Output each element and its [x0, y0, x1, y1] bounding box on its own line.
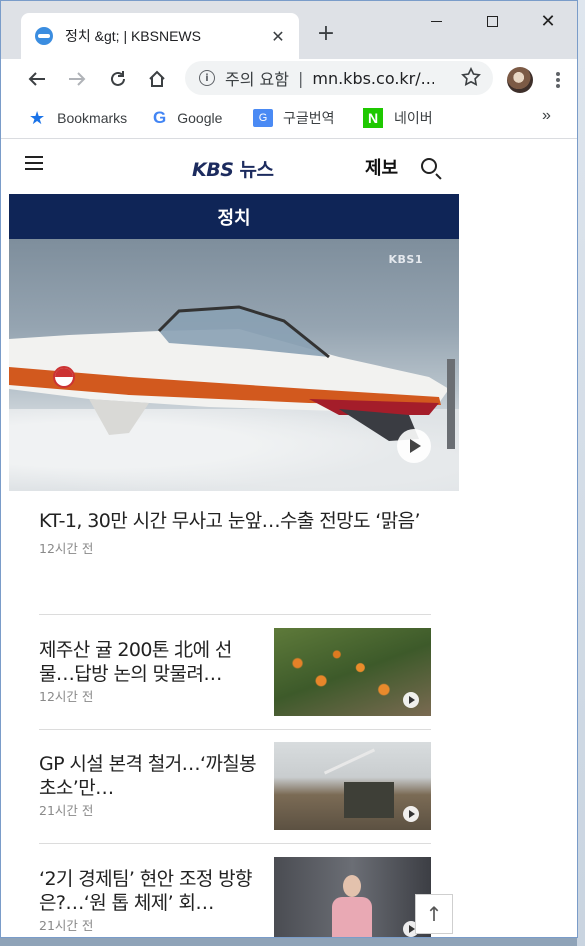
bookmark-google[interactable]: G Google [153, 108, 222, 128]
translate-icon: G [253, 109, 273, 127]
kbs-news-logo[interactable]: KBS 뉴스 [192, 155, 274, 182]
bookmark-translate[interactable]: G 구글번역 [253, 108, 335, 128]
lead-article[interactable]: KT-1, 30만 시간 무사고 눈앞…수출 전망도 ‘맑음’ 12시간 전 [39, 508, 431, 557]
article-time: 21시간 전 [39, 918, 94, 933]
bookmarks-overflow-button[interactable]: » [542, 107, 551, 125]
bookmark-star-icon[interactable] [461, 67, 481, 87]
article-time: 21시간 전 [39, 803, 94, 818]
google-icon: G [153, 108, 167, 127]
star-icon: ★ [29, 107, 46, 128]
play-icon [403, 806, 419, 822]
address-bar[interactable]: i 주의 요함 | mn.kbs.co.kr/... [185, 61, 493, 95]
section-title: 정치 [9, 194, 459, 239]
list-item[interactable]: 제주산 귤 200톤 北에 선물…답방 논의 맞물려… 12시간 전 [39, 628, 431, 718]
article-title[interactable]: ‘2기 경제팀’ 현안 조정 방향은?…‘원 톱 체제’ 회… [39, 867, 259, 915]
bookmark-label: Bookmarks [57, 110, 128, 126]
list-item[interactable]: ‘2기 경제팀’ 현안 조정 방향은?…‘원 톱 체제’ 회… 21시간 전 [39, 857, 431, 937]
minimize-button[interactable] [413, 7, 459, 35]
home-icon [149, 70, 165, 87]
reload-button[interactable] [104, 65, 132, 93]
forward-arrow-icon [69, 72, 86, 86]
play-icon [403, 692, 419, 708]
info-icon[interactable]: i [199, 70, 215, 86]
aircraft-illustration [9, 305, 455, 449]
naver-icon: N [363, 108, 383, 128]
list-item[interactable]: GP 시설 본격 철거…‘까칠봉 초소’만… 21시간 전 [39, 742, 431, 832]
lead-article-image[interactable]: KBS1 [9, 239, 459, 491]
vehicle-shape [344, 782, 394, 818]
article-title[interactable]: GP 시설 본격 철거…‘까칠봉 초소’만… [39, 752, 259, 800]
bookmarks-bar: ★ Bookmarks G Google G 구글번역 N 네이버 » [1, 99, 577, 139]
window-close-button[interactable]: ✕ [525, 7, 571, 35]
browser-window: 정치 &gt; | KBSNEWS ✕ + ✕ i 주의 요함 | mn.kbs… [0, 0, 578, 938]
kbs-favicon-icon [35, 27, 53, 45]
web-page: KBS 뉴스 제보 정치 KBS1 KT-1, 30만 시간 무사고 눈앞…수출… [1, 140, 577, 937]
scroll-to-top-button[interactable]: ↑ [415, 894, 453, 934]
bookmark-label: 네이버 [394, 110, 433, 126]
site-header: KBS 뉴스 제보 [9, 140, 459, 194]
report-link[interactable]: 제보 [365, 154, 398, 180]
tab-close-icon[interactable]: ✕ [269, 27, 287, 46]
bookmark-label: Google [177, 110, 223, 126]
active-tab[interactable]: 정치 &gt; | KBSNEWS ✕ [21, 13, 299, 59]
logo-news: 뉴스 [239, 159, 274, 181]
search-icon[interactable] [421, 158, 437, 174]
browser-menu-button[interactable] [553, 67, 563, 93]
tab-title: 정치 &gt; | KBSNEWS [65, 28, 201, 44]
crane-shape [323, 748, 376, 775]
divider [39, 614, 431, 615]
back-button[interactable] [23, 65, 51, 93]
article-thumbnail[interactable] [274, 857, 431, 937]
reload-icon [111, 71, 125, 86]
forward-button[interactable] [63, 65, 91, 93]
play-icon[interactable] [397, 429, 431, 463]
bookmark-label: 구글번역 [283, 110, 335, 126]
article-thumbnail[interactable] [274, 742, 431, 830]
profile-avatar[interactable] [507, 67, 533, 93]
article-time: 12시간 전 [39, 689, 94, 704]
omnibox-separator: | [297, 68, 304, 88]
divider [39, 843, 431, 844]
url-text[interactable]: mn.kbs.co.kr/... [312, 69, 434, 88]
tab-strip: 정치 &gt; | KBSNEWS ✕ + ✕ [1, 1, 577, 59]
channel-watermark: KBS1 [388, 253, 423, 266]
bookmark-bookmarks[interactable]: ★ Bookmarks [29, 108, 127, 128]
article-thumbnail[interactable] [274, 628, 431, 716]
logo-kbs: KBS [192, 159, 234, 181]
bookmark-naver[interactable]: N 네이버 [363, 108, 433, 128]
lead-article-title[interactable]: KT-1, 30만 시간 무사고 눈앞…수출 전망도 ‘맑음’ [39, 508, 431, 534]
maximize-button[interactable] [469, 7, 515, 35]
news-anchor-figure [332, 875, 372, 937]
article-title[interactable]: 제주산 귤 200톤 北에 선물…답방 논의 맞물려… [39, 638, 259, 686]
home-button[interactable] [143, 65, 171, 93]
divider [39, 729, 431, 730]
lead-article-time: 12시간 전 [39, 541, 94, 556]
desktop-background [577, 0, 585, 946]
browser-toolbar: i 주의 요함 | mn.kbs.co.kr/... [1, 59, 577, 99]
security-warning: 주의 요함 [225, 70, 289, 89]
new-tab-button[interactable]: + [313, 21, 339, 46]
back-arrow-icon [28, 72, 45, 86]
hamburger-menu-icon[interactable] [25, 156, 43, 170]
